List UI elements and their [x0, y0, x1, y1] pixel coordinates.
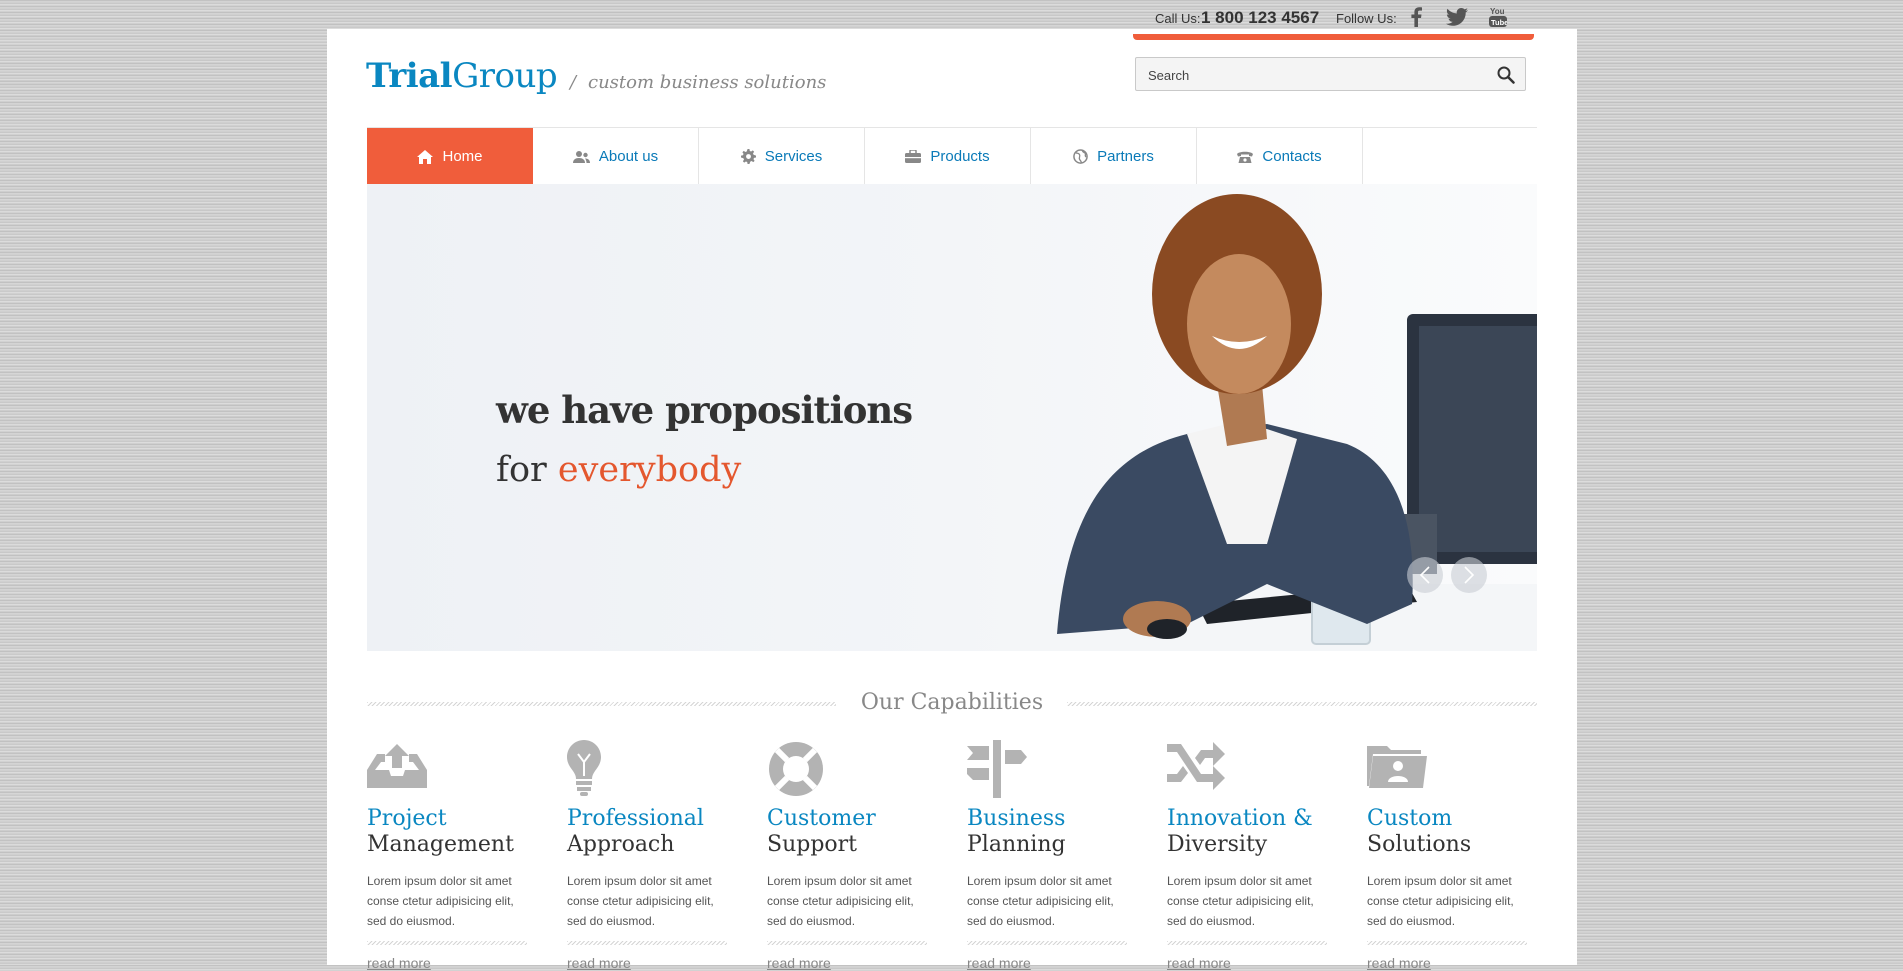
users-icon: [572, 150, 590, 163]
nav-item-label: About us: [598, 148, 659, 165]
briefcase-icon: [905, 150, 922, 163]
home-icon: [417, 149, 434, 164]
main-nav: Home About us Services Products Partners…: [367, 127, 1537, 186]
twitter-icon[interactable]: [1446, 6, 1468, 28]
capability-title: Customer: [767, 806, 876, 831]
nav-item-about-us[interactable]: About us: [533, 128, 699, 185]
hero-subheadline: for everybody: [496, 450, 741, 490]
capability-description: Lorem ipsum dolor sit amet conse ctetur …: [367, 874, 514, 928]
shuffle-icon: [1167, 740, 1332, 802]
capability-subtitle: Management: [367, 832, 514, 857]
divider: [967, 941, 1127, 945]
chevron-left-icon: [1419, 566, 1430, 584]
youtube-icon[interactable]: You Tube: [1487, 6, 1509, 28]
search-box: [1135, 57, 1526, 91]
capability-item: Project Management Lorem ipsum dolor sit…: [367, 740, 532, 971]
read-more-link[interactable]: read more: [967, 955, 1132, 971]
lifebuoy-icon: [767, 740, 932, 802]
capability-subtitle: Planning: [967, 832, 1066, 857]
slider-prev-button[interactable]: [1407, 557, 1443, 593]
capability-description: Lorem ipsum dolor sit amet conse ctetur …: [1367, 874, 1514, 928]
read-more-link[interactable]: read more: [767, 955, 932, 971]
nav-item-home[interactable]: Home: [367, 128, 533, 185]
facebook-icon[interactable]: [1405, 6, 1427, 28]
capability-item: Professional Approach Lorem ipsum dolor …: [567, 740, 732, 971]
capability-subtitle: Diversity: [1167, 832, 1268, 857]
divider: [1367, 941, 1527, 945]
nav-item-contacts[interactable]: Contacts: [1197, 128, 1363, 185]
accent-bar: [1133, 34, 1534, 40]
capabilities-header: Our Capabilities: [367, 690, 1537, 716]
capability-item: Customer Support Lorem ipsum dolor sit a…: [767, 740, 932, 971]
call-us-label: Call Us:: [1155, 11, 1201, 26]
capability-subtitle: Approach: [567, 832, 675, 857]
tagline: custom business solutions: [588, 72, 827, 93]
hero-headline: we have propositions: [496, 388, 913, 432]
capability-description: Lorem ipsum dolor sit amet conse ctetur …: [767, 874, 914, 928]
capability-title: Project: [367, 806, 447, 831]
chevron-right-icon: [1464, 566, 1475, 584]
divider: [767, 941, 927, 945]
divider: [1067, 702, 1537, 706]
read-more-link[interactable]: read more: [1367, 955, 1532, 971]
follow-us-label: Follow Us:: [1336, 11, 1397, 26]
search-input[interactable]: [1146, 64, 1480, 86]
capability-title: Custom: [1367, 806, 1453, 831]
phone-icon: [1237, 151, 1254, 163]
nav-item-partners[interactable]: Partners: [1031, 128, 1197, 185]
hero-subheadline-text: for: [496, 450, 558, 490]
logo-trial: Trial: [366, 56, 453, 96]
capability-description: Lorem ipsum dolor sit amet conse ctetur …: [567, 874, 714, 928]
capability-title: Professional: [567, 806, 704, 831]
nav-item-products[interactable]: Products: [865, 128, 1031, 185]
logo[interactable]: TrialGroup: [366, 56, 558, 96]
folder-user-icon: [1367, 740, 1532, 802]
capability-item: Innovation & Diversity Lorem ipsum dolor…: [1167, 740, 1332, 971]
capability-description: Lorem ipsum dolor sit amet conse ctetur …: [1167, 874, 1314, 928]
tagline-slash: /: [570, 72, 577, 93]
nav-item-label: Home: [442, 148, 483, 165]
lightbulb-icon: [567, 740, 732, 802]
inbox-upload-icon: [367, 740, 532, 802]
nav-item-label: Partners: [1097, 148, 1154, 165]
capability-description: Lorem ipsum dolor sit amet conse ctetur …: [967, 874, 1114, 928]
capability-title: Business: [967, 806, 1066, 831]
read-more-link[interactable]: read more: [567, 955, 732, 971]
logo-group: Group: [452, 56, 558, 96]
read-more-link[interactable]: read more: [1167, 955, 1332, 971]
search-icon[interactable]: [1495, 64, 1517, 86]
hero-subheadline-accent: everybody: [557, 450, 742, 490]
phone-number: 1 800 123 4567: [1201, 8, 1320, 27]
divider: [567, 941, 727, 945]
read-more-link[interactable]: read more: [367, 955, 532, 971]
nav-item-label: Services: [764, 148, 823, 165]
capability-subtitle: Solutions: [1367, 832, 1472, 857]
capability-item: Business Planning Lorem ipsum dolor sit …: [967, 740, 1132, 971]
capability-item: Custom Solutions Lorem ipsum dolor sit a…: [1367, 740, 1532, 971]
divider: [1167, 941, 1327, 945]
divider: [367, 941, 527, 945]
slider-next-button[interactable]: [1451, 557, 1487, 593]
nav-item-label: Products: [930, 148, 990, 165]
hero-slider: we have propositions for everybody: [367, 184, 1537, 651]
capability-title: Innovation &: [1167, 806, 1313, 831]
gear-icon: [740, 149, 756, 164]
globe-icon: [1073, 149, 1088, 164]
capability-subtitle: Support: [767, 832, 858, 857]
nav-item-label: Contacts: [1262, 148, 1322, 165]
nav-item-services[interactable]: Services: [699, 128, 865, 185]
svg-text:You: You: [1490, 7, 1505, 16]
svg-text:Tube: Tube: [1491, 18, 1507, 27]
signpost-icon: [967, 740, 1132, 802]
